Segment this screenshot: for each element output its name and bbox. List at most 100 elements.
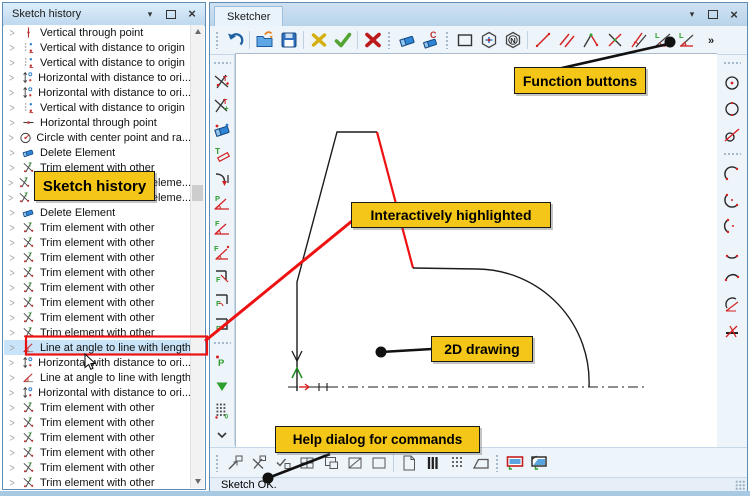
arc-angle-icon[interactable] [721,293,744,315]
tab-sketcher[interactable]: Sketcher [214,6,284,26]
menu-icon[interactable]: ▾ [143,7,157,21]
eraser-icon[interactable] [395,29,418,51]
circle-center-point-icon[interactable] [721,72,744,94]
window-diag-icon[interactable] [343,452,366,474]
delete-element-icon[interactable] [211,120,234,140]
length-angle-2-icon[interactable]: L [675,29,698,51]
expand-chevron-icon[interactable]: > [4,57,20,69]
arc-4-icon[interactable] [721,241,744,263]
expand-chevron-icon[interactable]: > [4,447,20,459]
expand-chevron-icon[interactable]: > [4,342,20,354]
grid-points-icon[interactable]: 0 [211,400,234,420]
chevron-down-icon[interactable] [211,425,234,445]
open-folder-icon[interactable] [253,29,276,51]
history-item[interactable]: > T Trim element with other [4,430,191,445]
page-fold-icon[interactable] [397,452,420,474]
f-angle-2-icon[interactable]: F [211,242,234,262]
expand-chevron-icon[interactable]: > [4,282,20,294]
history-item[interactable]: > T Trim element with other [4,280,191,295]
history-item[interactable]: > Circle with center point and ra... [4,130,191,145]
eraser-c-icon[interactable]: C [419,29,442,51]
tangent-line-icon[interactable]: T [211,145,234,165]
screen-blue-icon[interactable] [527,452,550,474]
bars-dotted-icon[interactable] [445,452,468,474]
circle-tangent-icon[interactable] [721,124,744,146]
double-angle-line-icon[interactable] [627,29,650,51]
scroll-up-icon[interactable] [191,25,204,38]
history-item[interactable]: > Vertical through point [4,25,191,40]
history-item[interactable]: > T Trim element with other [4,325,191,340]
history-item[interactable]: > Horizontal with distance to ori... [4,70,191,85]
history-item[interactable]: > T Trim element with other [4,445,191,460]
expand-chevron-icon[interactable]: > [4,117,20,129]
history-item[interactable]: > Horizontal with distance to ori... [4,355,191,370]
pan-check-icon[interactable] [271,452,294,474]
expand-chevron-icon[interactable]: > [4,72,19,84]
history-item[interactable]: > Delete Element [4,205,191,220]
discard-icon[interactable] [307,29,330,51]
parallel-lines-icon[interactable] [555,29,578,51]
history-item[interactable]: > T Trim element with other [4,265,191,280]
history-titlebar[interactable]: Sketch history ▾ × [3,3,205,26]
expand-chevron-icon[interactable]: > [4,372,20,384]
expand-chevron-icon[interactable]: > [4,237,20,249]
undo-icon[interactable] [223,29,246,51]
cancel-icon[interactable] [361,29,384,51]
corner-arrow-icon[interactable] [211,169,234,189]
expand-chevron-icon[interactable]: > [4,417,20,429]
history-item[interactable]: > Horizontal with distance to ori... [4,385,191,400]
trim-t-plus-icon[interactable]: T + [211,96,234,116]
maximize-icon[interactable] [706,8,720,22]
close-icon[interactable]: × [185,7,199,21]
green-triangle-down-icon[interactable] [211,376,234,396]
expand-chevron-icon[interactable]: > [4,132,18,144]
toolbar-grip[interactable] [215,31,220,49]
expand-chevron-icon[interactable]: > [4,177,17,189]
expand-chevron-icon[interactable]: > [4,297,20,309]
toolbar-grip[interactable] [387,31,392,49]
bars-icon[interactable] [421,452,444,474]
history-item[interactable]: > Vertical with distance to origin [4,100,191,115]
toolbar-grip[interactable] [723,152,741,157]
maximize-icon[interactable] [164,7,178,21]
expand-chevron-icon[interactable]: > [4,267,20,279]
toolbar-grip[interactable] [445,31,450,49]
menu-icon[interactable]: ▾ [685,8,699,22]
window-small-icon[interactable] [319,452,342,474]
zoom-cross-icon[interactable] [247,452,270,474]
cross-lines-icon[interactable] [603,29,626,51]
history-item[interactable]: > Vertical with distance to origin [4,40,191,55]
scroll-down-icon[interactable] [191,475,204,488]
expand-chevron-icon[interactable]: > [4,357,19,369]
grid-window-icon[interactable] [295,452,318,474]
history-item[interactable]: > Delete Element [4,145,191,160]
drawing-canvas[interactable] [235,53,717,448]
history-item[interactable]: > Horizontal through point [4,115,191,130]
expand-chevron-icon[interactable]: > [4,432,20,444]
expand-chevron-icon[interactable]: > [4,102,20,114]
point-p-icon[interactable]: P [211,352,234,372]
line-icon[interactable] [531,29,554,51]
expand-chevron-icon[interactable]: > [4,162,20,174]
expand-chevron-icon[interactable]: > [4,312,20,324]
angle-line-icon[interactable] [579,29,602,51]
arc-5-icon[interactable] [721,267,744,289]
close-icon[interactable]: × [727,8,741,22]
expand-chevron-icon[interactable]: > [4,207,20,219]
expand-chevron-icon[interactable]: > [4,462,20,474]
window-plain-icon[interactable] [367,452,390,474]
arc-3-icon[interactable] [721,215,744,237]
expand-chevron-icon[interactable]: > [4,27,20,39]
history-item[interactable]: > T Trim element with other [4,250,191,265]
expand-chevron-icon[interactable]: > [4,252,20,264]
hexagon-h-icon[interactable] [477,29,500,51]
sketcher-titlebar[interactable]: Sketcher ▾ × [210,3,747,27]
zoom-window-icon[interactable] [223,452,246,474]
hexagon-n-icon[interactable]: N [501,29,524,51]
history-item[interactable]: > T Trim element with other [4,295,191,310]
history-item[interactable]: > Horizontal with distance to ori... [4,85,191,100]
history-item[interactable]: > T Trim element with other [4,415,191,430]
expand-chevron-icon[interactable]: > [4,222,20,234]
f-corner-3-icon[interactable]: F [211,315,234,335]
axis-line-icon[interactable] [721,319,744,341]
